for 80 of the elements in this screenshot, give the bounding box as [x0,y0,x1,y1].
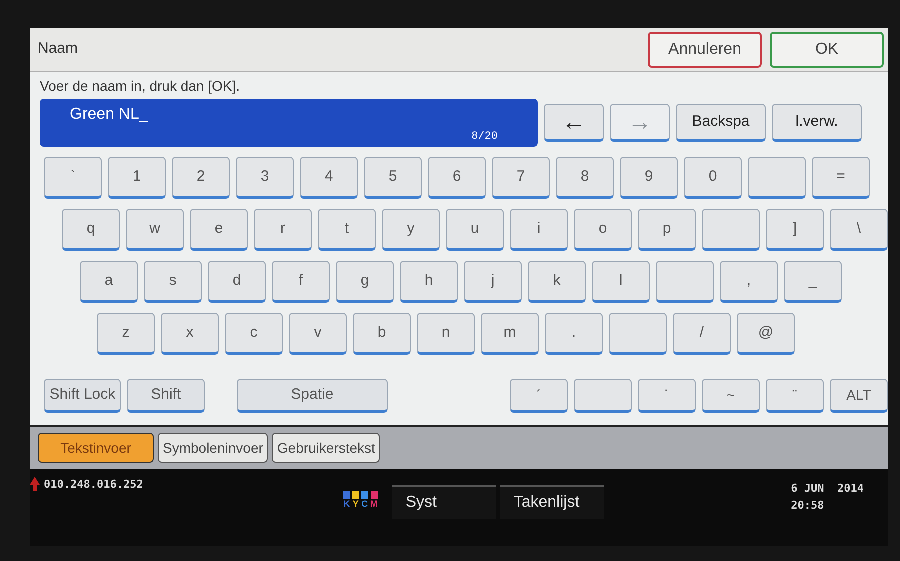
keyboard-key[interactable]: 3 [236,157,294,199]
keyboard-key[interactable]: _ [784,261,842,303]
keyboard-key[interactable] [574,379,632,413]
edit-button[interactable]: ← [544,104,604,142]
keyboard-key[interactable]: 6 [428,157,486,199]
keyboard-key[interactable]: , [720,261,778,303]
edit-button[interactable]: l.verw. [772,104,862,142]
keyboard-key[interactable]: h [400,261,458,303]
keyboard-key[interactable]: i [510,209,568,251]
keyboard-key[interactable]: a [80,261,138,303]
ip-address: 010.248.016.252 [44,477,144,493]
keyboard-key[interactable]: = [812,157,870,199]
instruction-text: Voer de naam in, druk dan [OK]. [39,77,242,96]
toner-label: C [362,499,368,509]
input-mode-tab[interactable]: Gebruikerstekst [272,433,380,463]
keyboard-key[interactable]: ˙ [638,379,696,413]
keyboard-key[interactable]: q [62,209,120,251]
taskbar-button[interactable]: Takenlijst [500,485,604,519]
keyboard-key[interactable]: k [528,261,586,303]
keyboard-key[interactable]: 8 [556,157,614,199]
space-key[interactable]: Spatie [236,379,388,413]
toner-label: Y [352,499,359,509]
toner-label: M [370,499,378,509]
keyboard-key[interactable]: o [574,209,632,251]
keyboard-key[interactable]: 1 [108,157,166,199]
keyboard-key[interactable]: n [417,313,475,355]
keyboard-key[interactable]: c [225,313,283,355]
keyboard-key[interactable]: z [97,313,155,355]
keyboard-key[interactable]: l [592,261,650,303]
toner-label: K [344,499,350,509]
shift-key[interactable]: Shift Lock [44,379,122,413]
keyboard-key[interactable] [748,157,806,199]
keyboard-key[interactable] [656,261,714,303]
keyboard-key[interactable]: 7 [492,157,550,199]
name-input-field[interactable]: Green NL_ 8/20 [40,99,538,147]
character-counter: 8/20 [472,130,498,144]
keyboard-key[interactable]: p [638,209,696,251]
keyboard-key[interactable]: b [353,313,411,355]
keyboard-key[interactable] [702,209,760,251]
keyboard-key[interactable]: 9 [620,157,678,199]
keyboard-key[interactable]: 2 [172,157,230,199]
keyboard-key[interactable]: v [289,313,347,355]
keyboard-key[interactable]: 5 [364,157,422,199]
keyboard-key[interactable]: r [254,209,312,251]
keyboard-key[interactable]: t [318,209,376,251]
keyboard-key[interactable]: ALT [830,379,888,413]
keyboard-key[interactable]: f [272,261,330,303]
keyboard-key[interactable]: s [144,261,202,303]
keyboard-key[interactable]: y [382,209,440,251]
keyboard-key[interactable]: 4 [300,157,358,199]
keyboard-key[interactable]: @ [737,313,795,355]
time-text: 20:58 [791,498,824,514]
keyboard-key[interactable]: ` [44,157,102,199]
edit-button[interactable]: Backspa [676,104,766,142]
dialog-title: Naam [38,39,78,60]
taskbar-button[interactable]: Syst [392,485,496,519]
keyboard-key[interactable]: g [336,261,394,303]
keyboard-key[interactable]: m [481,313,539,355]
keyboard-key[interactable]: . [545,313,603,355]
keyboard-key[interactable]: ´ [510,379,568,413]
keyboard-key[interactable]: d [208,261,266,303]
keyboard-key[interactable]: \ [830,209,888,251]
keyboard-key[interactable]: j [464,261,522,303]
input-mode-tab[interactable]: Symboleninvoer [158,433,268,463]
keyboard-key[interactable]: ¨ [766,379,824,413]
keyboard-key[interactable] [609,313,667,355]
keyboard-key[interactable]: u [446,209,504,251]
keyboard-key[interactable]: ] [766,209,824,251]
keyboard-key[interactable]: w [126,209,184,251]
keyboard-key[interactable]: e [190,209,248,251]
keyboard-key[interactable]: 0 [684,157,742,199]
keyboard-key[interactable]: / [673,313,731,355]
date-text: 6 JUN 2014 [791,481,864,497]
keyboard-key[interactable]: x [161,313,219,355]
input-mode-tab[interactable]: Tekstinvoer [38,433,154,463]
ok-button[interactable]: OK [770,32,884,68]
input-value: Green NL_ [70,105,148,125]
shift-key[interactable]: Shift [127,379,205,413]
keyboard-key[interactable]: ~ [702,379,760,413]
cancel-button[interactable]: Annuleren [648,32,762,68]
